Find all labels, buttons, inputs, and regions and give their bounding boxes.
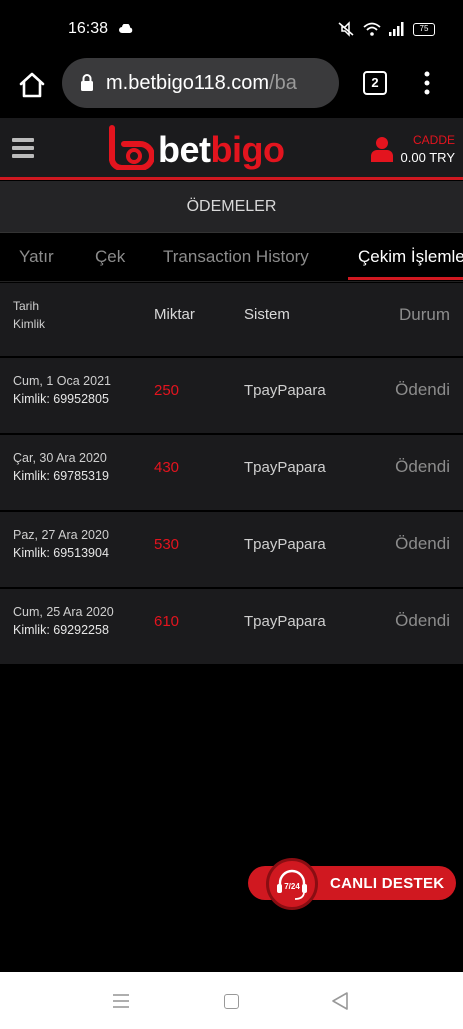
row-amount: 250 [154, 382, 180, 399]
status-time: 16:38 [68, 20, 109, 37]
row-system: TpayPapara [244, 536, 326, 553]
tab-transaction-history[interactable]: Transaction History [163, 247, 309, 267]
tab-deposit[interactable]: Yatır [19, 247, 54, 267]
cloud-icon [119, 24, 133, 33]
row-date: Paz, 27 Ara 2020 [13, 528, 109, 542]
table-row[interactable]: Paz, 27 Ara 2020 Kimlik: 69513904 530 Tp… [0, 512, 463, 589]
back-icon[interactable] [332, 992, 348, 1010]
row-amount: 530 [154, 536, 180, 553]
header-status: Durum [398, 305, 450, 324]
row-status: Ödendi [395, 611, 450, 630]
table-row[interactable]: Çar, 30 Ara 2020 Kimlik: 69785319 430 Tp… [0, 435, 463, 512]
menu-icon[interactable] [12, 138, 34, 158]
recents-icon[interactable] [113, 994, 129, 1008]
username[interactable]: CADDE [413, 133, 455, 147]
url-host: m.betbigo118.com [106, 72, 270, 94]
row-system: TpayPapara [244, 382, 326, 399]
withdrawals-table: Tarih Kimlik Miktar Sistem Durum Cum, 1 … [0, 283, 463, 666]
tab-withdraw[interactable]: Çek [95, 247, 125, 267]
user-icon[interactable] [370, 136, 394, 162]
table-header: Tarih Kimlik Miktar Sistem Durum [0, 283, 463, 358]
row-amount: 430 [154, 459, 180, 476]
betbigo-logo[interactable]: betbigo [106, 124, 306, 172]
tab-count: 2 [371, 75, 379, 90]
nav-home-icon[interactable] [224, 994, 239, 1009]
live-support-label: CANLI DESTEK [330, 875, 445, 892]
logo-mark-icon [109, 125, 154, 170]
more-icon[interactable] [418, 71, 436, 95]
row-id: Kimlik: 69513904 [13, 546, 109, 560]
row-system: TpayPapara [244, 459, 326, 476]
header-amount: Miktar [154, 306, 195, 323]
wifi-icon [363, 22, 381, 36]
url-path: /ba [269, 72, 297, 94]
battery-level: 75 [419, 23, 429, 33]
row-id: Kimlik: 69952805 [13, 392, 109, 406]
table-row[interactable]: Cum, 25 Ara 2020 Kimlik: 69292258 610 Tp… [0, 589, 463, 666]
balance: 0.00 TRY [400, 150, 455, 165]
table-row[interactable]: Cum, 1 Oca 2021 Kimlik: 69952805 250 Tpa… [0, 358, 463, 435]
headset-icon: 7/24 [266, 858, 318, 910]
signal-icon [389, 22, 404, 36]
row-date: Cum, 25 Ara 2020 [13, 605, 114, 619]
row-date: Cum, 1 Oca 2021 [13, 374, 111, 388]
header-id: Kimlik [13, 317, 45, 331]
logo-bigo: bigo [210, 129, 285, 170]
row-amount: 610 [154, 613, 180, 630]
row-system: TpayPapara [244, 613, 326, 630]
url-text: m.betbigo118.com/ba [106, 72, 331, 95]
tab-bar: Yatır Çek Transaction History Çekim İşle… [0, 233, 463, 282]
live-support-button[interactable]: 7/24 CANLI DESTEK [248, 858, 458, 910]
header-date: Tarih [13, 299, 40, 313]
row-id: Kimlik: 69292258 [13, 623, 109, 637]
row-status: Ödendi [395, 380, 450, 399]
row-status: Ödendi [395, 457, 450, 476]
page-title: ÖDEMELER [0, 181, 463, 233]
support-badge: 7/24 [284, 882, 300, 891]
battery-icon: 75 [413, 22, 435, 36]
browser-toolbar: m.betbigo118.com/ba 2 [0, 58, 463, 118]
tabs-button[interactable]: 2 [363, 71, 387, 95]
row-status: Ödendi [395, 534, 450, 553]
logo-text: betbigo [158, 129, 285, 171]
row-id: Kimlik: 69785319 [13, 469, 109, 483]
row-date: Çar, 30 Ara 2020 [13, 451, 107, 465]
header-system: Sistem [244, 306, 290, 323]
status-bar: 16:38 75 [0, 0, 463, 58]
home-icon[interactable] [16, 69, 48, 101]
site-header: betbigo CADDE 0.00 TRY [0, 118, 463, 180]
system-nav-bar [0, 972, 463, 1029]
tab-withdrawal-transactions[interactable]: Çekim İşlemle [358, 247, 463, 267]
logo-bet: bet [158, 129, 211, 170]
lock-icon [81, 74, 93, 91]
address-bar[interactable]: m.betbigo118.com/ba [62, 58, 339, 108]
active-tab-indicator [348, 277, 463, 280]
mute-icon [338, 21, 354, 37]
